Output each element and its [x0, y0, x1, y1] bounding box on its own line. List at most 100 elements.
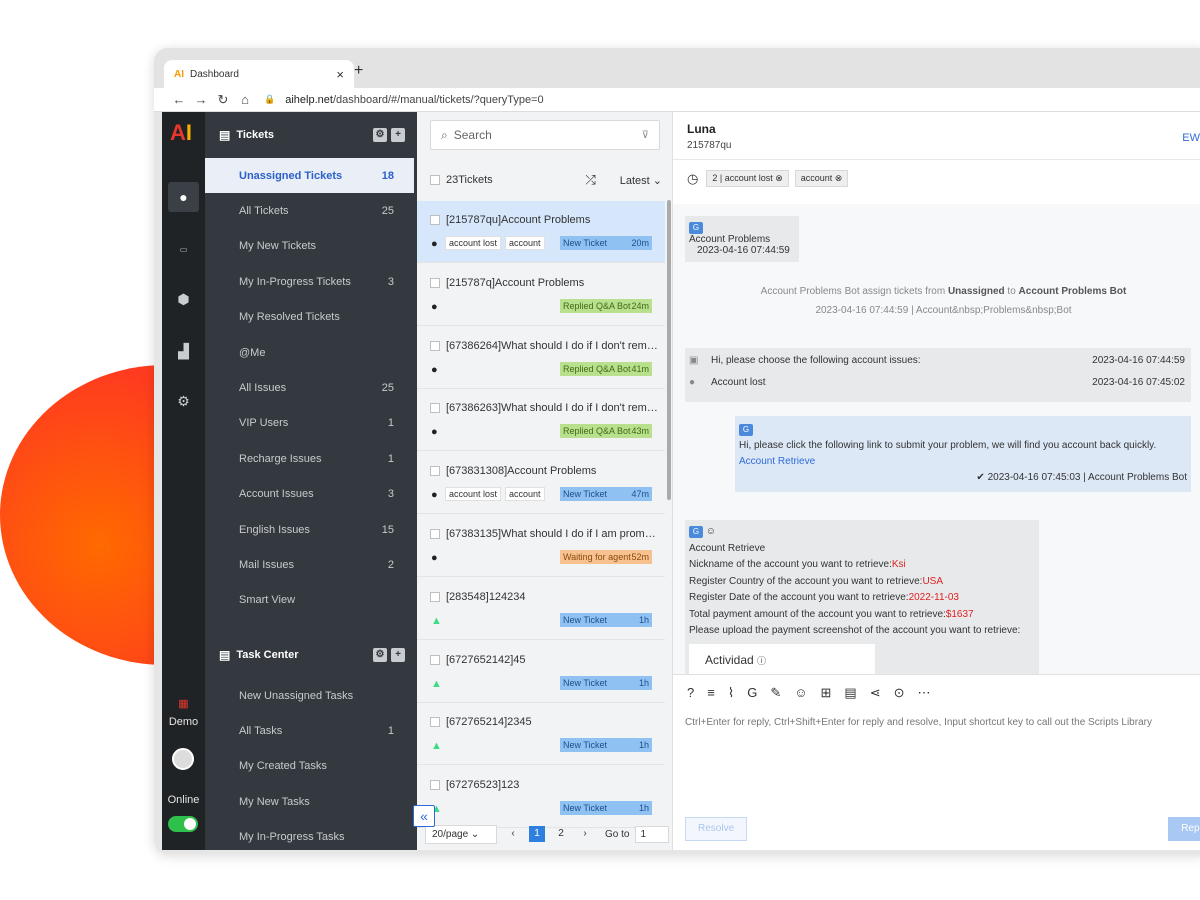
help-icon[interactable]: ? [687, 685, 694, 701]
gear-icon[interactable]: ⚙ [168, 386, 199, 416]
ticket-card[interactable]: [215787qu]Account Problems ● account lost a… [417, 201, 665, 263]
page-2[interactable]: 2 [553, 826, 569, 842]
tickets-add-icon[interactable]: + [391, 128, 405, 142]
sort-dropdown[interactable]: Latest ⌄ [620, 174, 662, 187]
sidebar-item[interactable]: New Unassigned Tasks [205, 678, 414, 713]
sidebar-item[interactable]: My In-Progress Tickets 3 [205, 264, 414, 299]
share-icon[interactable]: ⋖ [870, 685, 881, 701]
sidebar-item[interactable]: My Resolved Tickets [205, 300, 414, 335]
ticket-card[interactable]: [283548]124234 ▲ New Ticket 1h [417, 577, 665, 640]
ticket-count: 23Tickets [446, 174, 493, 186]
sidebar-item-count: 3 [387, 275, 394, 288]
aihelp-logo-icon: AI [174, 68, 184, 80]
page-1[interactable]: 1 [529, 826, 545, 842]
filter-icon[interactable]: ⊽ [642, 130, 649, 141]
ticket-code-link[interactable]: EWQ2E [1182, 132, 1200, 144]
sidebar-item[interactable]: Mail Issues 2 [205, 547, 414, 582]
new-tab-button[interactable]: + [354, 62, 363, 80]
ai-icon[interactable]: ⬢ [168, 284, 199, 314]
ticket-card[interactable]: [67276523]123 ▲ New Ticket 1h [417, 766, 665, 829]
select-all-checkbox[interactable] [430, 175, 440, 185]
sidebar-item[interactable]: My New Tasks [205, 784, 414, 819]
back-icon[interactable]: ← [168, 92, 190, 107]
analytics-icon[interactable]: ▟ [168, 336, 199, 366]
ticket-card[interactable]: [67386264]What should I do if I don't re… [417, 326, 665, 389]
ticket-card[interactable]: [67383135]What should I do if I am promo… [417, 515, 665, 577]
ticket-checkbox[interactable] [430, 780, 440, 791]
tickets-settings-icon[interactable]: ⚙ [373, 128, 387, 142]
edit-icon[interactable]: ✎ [770, 685, 781, 701]
user-icon[interactable]: ● [168, 182, 199, 212]
sidebar-item[interactable]: Smart View [205, 583, 414, 618]
gift-icon[interactable]: ⊞ [821, 685, 832, 701]
attachment-card[interactable]: Actividad ⓘ [689, 643, 875, 674]
ticket-card[interactable]: [673831308]Account Problems ● account lost… [417, 452, 665, 515]
translate-icon[interactable]: G [689, 222, 703, 234]
notes-icon[interactable]: ≡ [707, 685, 715, 701]
crm-icon[interactable]: ▭ [168, 234, 199, 264]
url-field[interactable]: aihelp.net/dashboard/#/manual/tickets/?q… [285, 94, 543, 106]
sidebar-item[interactable]: My Created Tasks [205, 749, 414, 784]
prev-page-icon[interactable]: ‹ [505, 826, 521, 842]
document-icon[interactable]: ▤ [844, 685, 856, 701]
reply-button[interactable]: Reply [1168, 817, 1200, 841]
task-add-icon[interactable]: + [391, 648, 405, 662]
close-tab-icon[interactable]: × [336, 67, 344, 82]
ticket-checkbox[interactable] [430, 591, 440, 602]
sidebar-item[interactable]: All Issues 25 [205, 370, 414, 405]
ticket-card[interactable]: [6727652142]45 ▲ New Ticket 1h [417, 640, 665, 703]
emoji-icon[interactable]: ☺ [794, 685, 807, 701]
translate-icon[interactable]: G [747, 685, 757, 701]
sidebar-item[interactable]: All Tickets 25 [205, 193, 414, 228]
ticket-checkbox[interactable] [430, 340, 440, 351]
reply-textarea[interactable]: Ctrl+Enter for reply, Ctrl+Shift+Enter f… [685, 717, 1152, 728]
sidebar-item[interactable]: VIP Users 1 [205, 406, 414, 441]
sidebar-item-label: English Issues [239, 523, 310, 536]
shuffle-icon[interactable]: ⤮ [585, 172, 595, 188]
ticket-card[interactable]: [67386263]What should I do if I don't re… [417, 389, 665, 452]
sidebar-item[interactable]: Unassigned Tickets 18 [205, 158, 414, 193]
home-icon[interactable]: ⌂ [234, 92, 256, 107]
translate-icon[interactable]: G [689, 526, 703, 538]
translate-icon[interactable]: G [739, 424, 753, 436]
account-retrieve-link[interactable]: Account Retrieve [739, 454, 1187, 470]
apps-grid-icon[interactable]: ▦ [168, 688, 199, 718]
ticket-checkbox[interactable] [430, 215, 440, 225]
more-icon[interactable]: ⋯ [918, 685, 931, 701]
sidebar-item-count: 15 [381, 523, 394, 536]
ticket-card[interactable]: [672765214]2345 ▲ New Ticket 1h [417, 703, 665, 766]
browser-tab[interactable]: AI Dashboard × [164, 60, 354, 88]
ticket-checkbox[interactable] [430, 529, 440, 539]
online-toggle[interactable] [168, 816, 198, 832]
sidebar-item[interactable]: Account Issues 3 [205, 477, 414, 512]
tag-chip[interactable]: 2 | account lost ⊗ [706, 170, 789, 187]
list-scrollbar[interactable] [667, 200, 671, 500]
sidebar-item[interactable]: English Issues 15 [205, 512, 414, 547]
next-page-icon[interactable]: › [577, 826, 593, 842]
ticket-checkbox[interactable] [430, 654, 440, 665]
sidebar-item[interactable]: My New Tickets [205, 229, 414, 264]
attach-icon[interactable]: ⌇ [728, 685, 734, 701]
sidebar-item[interactable]: Recharge Issues 1 [205, 441, 414, 476]
reload-icon[interactable]: ↻ [212, 92, 234, 108]
sidebar-item[interactable]: All Tasks 1 [205, 713, 414, 748]
history-icon[interactable]: ◷ [687, 171, 698, 187]
search-input[interactable]: ⌕ Search ⊽ [430, 120, 660, 150]
ticket-checkbox[interactable] [430, 277, 440, 288]
sidebar-item[interactable]: @Me [205, 335, 414, 370]
tag-chip[interactable]: account ⊗ [794, 170, 849, 187]
ticket-checkbox[interactable] [430, 403, 440, 414]
forward-icon[interactable]: → [190, 92, 212, 107]
sidebar-item[interactable]: My In-Progress Tasks [205, 820, 414, 850]
ticket-checkbox[interactable] [430, 466, 440, 477]
goto-input[interactable]: 1 [635, 825, 670, 843]
task-settings-icon[interactable]: ⚙ [373, 648, 387, 662]
ticket-checkbox[interactable] [430, 717, 440, 728]
collapse-sidebar-button[interactable]: « [413, 805, 435, 827]
avatar[interactable] [172, 748, 194, 770]
page-size-select[interactable]: 20/page ⌄ [425, 824, 497, 844]
ticket-card[interactable]: [215787q]Account Problems ● Replied Q&A Bo… [417, 263, 665, 326]
resolve-button[interactable]: Resolve [685, 817, 748, 841]
check-icon: ✔ [976, 472, 985, 483]
ai-icon[interactable]: ⊙ [894, 685, 905, 701]
